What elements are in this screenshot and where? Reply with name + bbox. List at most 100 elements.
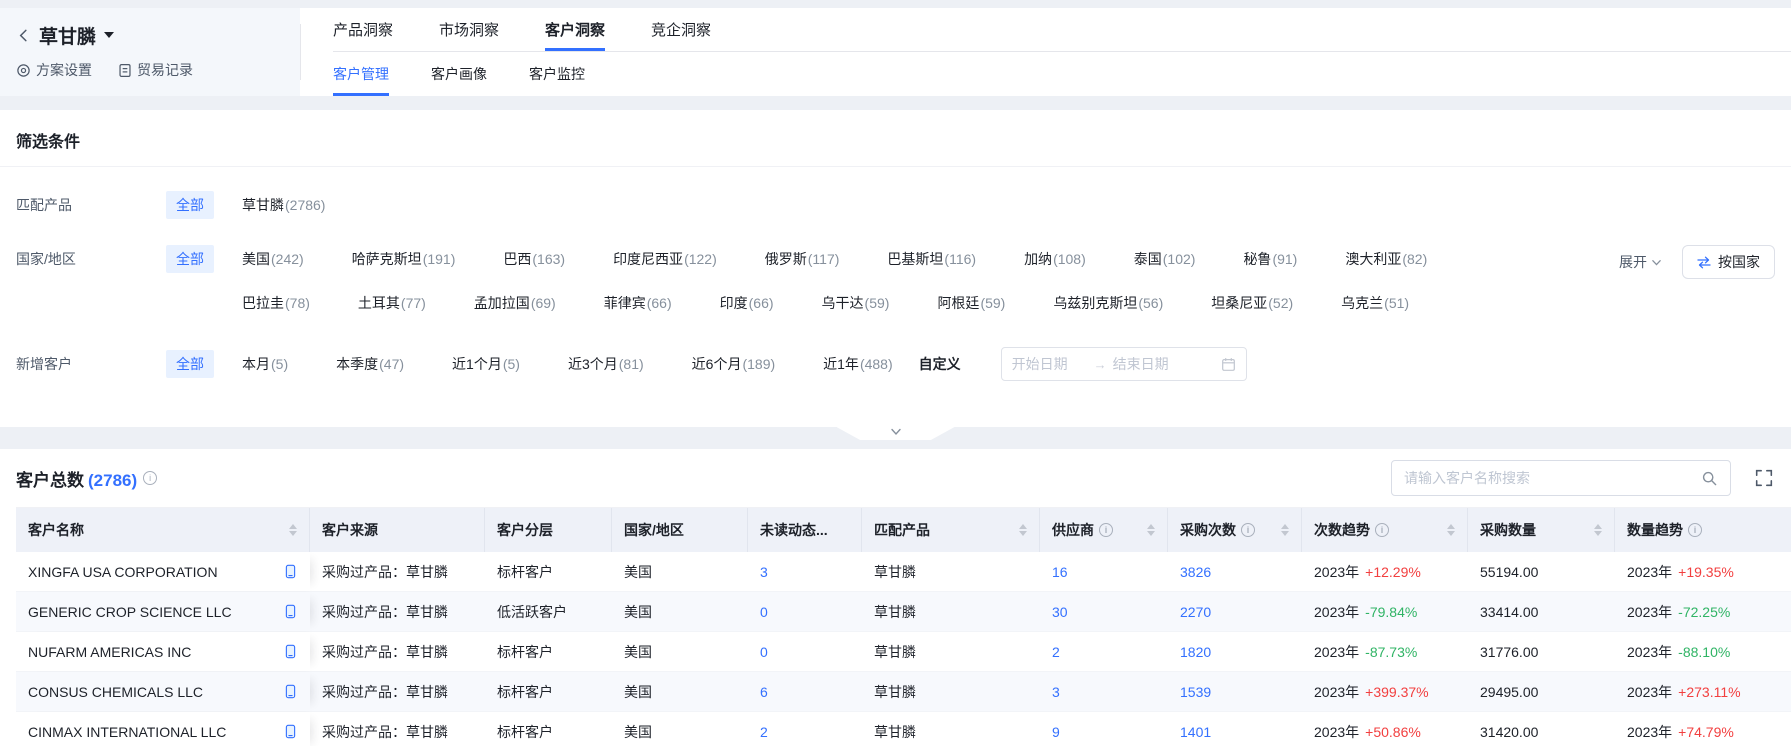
purchase-count-link[interactable]: 1539 [1180, 684, 1211, 700]
expand-toggle[interactable]: 展开 [1619, 248, 1662, 276]
column-header[interactable]: 未读动态... [748, 508, 862, 552]
filter-option[interactable]: 草甘膦(2786) [242, 191, 325, 219]
column-header[interactable]: 国家/地区 [612, 508, 748, 552]
unread-count-link[interactable]: 3 [760, 564, 768, 580]
unread-count-link[interactable]: 0 [760, 644, 768, 660]
country-option[interactable]: 秘鲁(91) [1243, 245, 1297, 273]
country-option[interactable]: 坦桑尼亚(52) [1211, 289, 1293, 317]
column-header[interactable]: 次数趋势 i [1302, 508, 1468, 552]
country-option[interactable]: 泰国(102) [1134, 245, 1196, 273]
country-option[interactable]: 乌干达(59) [822, 289, 890, 317]
period-option[interactable]: 本季度(47) [336, 350, 404, 378]
back-icon[interactable] [16, 28, 31, 43]
period-option[interactable]: 近1年(488) [823, 350, 892, 378]
table-row[interactable]: NUFARM AMERICAS INC 采购过产品：草甘膦 标杆客户 美国 0 … [16, 632, 1791, 672]
filter-all-chip[interactable]: 全部 [166, 350, 214, 378]
column-header[interactable]: 匹配产品 [862, 508, 1040, 552]
country-option[interactable]: 乌兹别克斯坦(56) [1053, 289, 1163, 317]
contact-phone-icon[interactable] [283, 684, 298, 699]
country-option[interactable]: 土耳其(77) [358, 289, 426, 317]
fullscreen-icon[interactable] [1755, 469, 1773, 487]
country-option[interactable]: 澳大利亚(82) [1345, 245, 1427, 273]
info-icon[interactable]: i [1375, 523, 1389, 537]
country-option[interactable]: 俄罗斯(117) [765, 245, 840, 273]
column-header[interactable]: 数量趋势 i [1615, 508, 1791, 552]
suppliers-count-link[interactable]: 9 [1052, 724, 1060, 740]
country-option[interactable]: 乌克兰(51) [1341, 289, 1409, 317]
sort-icon[interactable] [1787, 524, 1791, 536]
period-option[interactable]: 近6个月(189) [692, 350, 775, 378]
main-tab[interactable]: 产品洞察 [333, 8, 393, 51]
suppliers-count-link[interactable]: 2 [1052, 644, 1060, 660]
period-option[interactable]: 近3个月(81) [568, 350, 644, 378]
column-header[interactable]: 客户分层 [485, 508, 612, 552]
table-row[interactable]: GENERIC CROP SCIENCE LLC 采购过产品：草甘膦 低活跃客户… [16, 592, 1791, 632]
unread-count-link[interactable]: 0 [760, 604, 768, 620]
country-option[interactable]: 加纳(108) [1024, 245, 1086, 273]
country-option[interactable]: 印度(66) [720, 289, 774, 317]
filter-all-chip[interactable]: 全部 [166, 245, 214, 273]
scheme-settings-button[interactable]: 方案设置 [16, 60, 92, 80]
sort-icon[interactable] [1139, 524, 1155, 536]
sub-tab[interactable]: 客户画像 [431, 52, 487, 96]
sort-icon[interactable] [281, 524, 297, 536]
suppliers-count-link[interactable]: 3 [1052, 684, 1060, 700]
start-date-input[interactable] [1012, 356, 1088, 372]
trade-records-button[interactable]: 贸易记录 [118, 60, 193, 80]
country-option[interactable]: 巴西(163) [503, 245, 565, 273]
sub-tab[interactable]: 客户监控 [529, 52, 585, 96]
suppliers-count-link[interactable]: 30 [1052, 604, 1068, 620]
info-icon[interactable]: i [1099, 523, 1113, 537]
info-icon[interactable]: i [1241, 523, 1255, 537]
suppliers-count-link[interactable]: 16 [1052, 564, 1068, 580]
sub-tab[interactable]: 客户管理 [333, 52, 389, 96]
country-option[interactable]: 哈萨克斯坦(191) [352, 245, 456, 273]
purchase-count-link[interactable]: 3826 [1180, 564, 1211, 580]
country-option[interactable]: 印度尼西亚(122) [613, 245, 717, 273]
country-option[interactable]: 菲律宾(66) [604, 289, 672, 317]
customer-search-input[interactable] [1404, 470, 1701, 486]
country-option[interactable]: 孟加拉国(69) [474, 289, 556, 317]
customer-search[interactable] [1391, 460, 1731, 496]
purchase-count-link[interactable]: 2270 [1180, 604, 1211, 620]
filter-all-chip[interactable]: 全部 [166, 191, 214, 219]
chevron-down-icon[interactable] [104, 32, 114, 38]
sort-icon[interactable] [1011, 524, 1027, 536]
unread-count-link[interactable]: 2 [760, 724, 768, 740]
contact-phone-icon[interactable] [283, 564, 298, 579]
purchase-count-link[interactable]: 1401 [1180, 724, 1211, 740]
column-header[interactable]: 客户名称 [16, 508, 310, 552]
end-date-input[interactable] [1113, 356, 1189, 372]
table-row[interactable]: CONSUS CHEMICALS LLC 采购过产品：草甘膦 标杆客户 美国 6… [16, 672, 1791, 712]
search-icon[interactable] [1701, 470, 1718, 487]
period-option[interactable]: 本月(5) [242, 350, 288, 378]
collapse-filters-tab[interactable] [837, 427, 955, 440]
purchase-count-link[interactable]: 1820 [1180, 644, 1211, 660]
page-title[interactable]: 草甘膦 [39, 22, 96, 49]
table-row[interactable]: CINMAX INTERNATIONAL LLC 采购过产品：草甘膦 标杆客户 … [16, 712, 1791, 746]
main-tab[interactable]: 竞企洞察 [651, 8, 711, 51]
table-row[interactable]: XINGFA USA CORPORATION 采购过产品：草甘膦 标杆客户 美国… [16, 552, 1791, 592]
period-option[interactable]: 近1个月(5) [452, 350, 520, 378]
custom-date-link[interactable]: 自定义 [919, 354, 961, 374]
sort-icon[interactable] [1273, 524, 1289, 536]
by-country-button[interactable]: 按国家 [1682, 245, 1775, 279]
main-tab[interactable]: 客户洞察 [545, 8, 605, 51]
info-icon[interactable]: i [143, 471, 157, 485]
contact-phone-icon[interactable] [283, 644, 298, 659]
column-header[interactable]: 采购次数 i [1168, 508, 1302, 552]
country-option[interactable]: 美国(242) [242, 245, 304, 273]
info-icon[interactable]: i [1688, 523, 1702, 537]
sort-icon[interactable] [1586, 524, 1602, 536]
country-option[interactable]: 巴基斯坦(116) [887, 245, 976, 273]
date-range-picker[interactable]: → [1001, 347, 1247, 381]
contact-phone-icon[interactable] [283, 604, 298, 619]
sort-icon[interactable] [1439, 524, 1455, 536]
column-header[interactable]: 客户来源 [310, 508, 485, 552]
column-header[interactable]: 供应商 i [1040, 508, 1168, 552]
country-option[interactable]: 阿根廷(59) [937, 289, 1005, 317]
contact-phone-icon[interactable] [283, 724, 298, 739]
column-header[interactable]: 采购数量 [1468, 508, 1615, 552]
main-tab[interactable]: 市场洞察 [439, 8, 499, 51]
unread-count-link[interactable]: 6 [760, 684, 768, 700]
